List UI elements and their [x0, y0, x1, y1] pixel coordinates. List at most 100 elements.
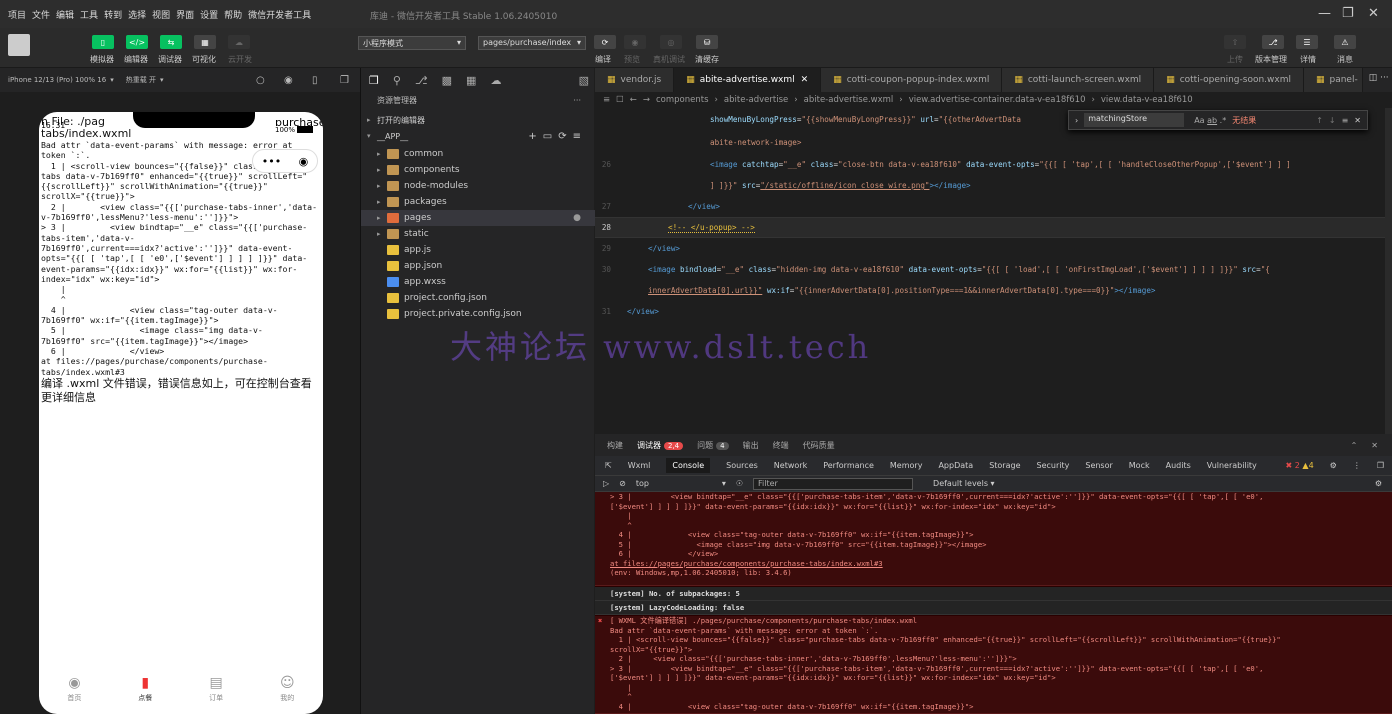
tab-sensor[interactable]: Sensor: [1085, 461, 1112, 470]
debugger-button[interactable]: 调试器: [158, 54, 182, 65]
menu-select[interactable]: 选择: [128, 8, 146, 21]
minimize-icon[interactable]: —: [1318, 6, 1331, 21]
tab-orders[interactable]: ▤ 订单: [209, 675, 223, 703]
tab-performance[interactable]: Performance: [823, 461, 874, 470]
tab-cotti-coupon[interactable]: ▦ cotti-coupon-popup-index.wxml: [821, 68, 1003, 92]
visual-button[interactable]: 可视化: [192, 54, 216, 65]
settings-icon[interactable]: ⚙: [1330, 461, 1337, 470]
version-manage-button[interactable]: 版本管理: [1255, 54, 1287, 65]
bookmark-icon[interactable]: ☐: [616, 95, 624, 105]
record-icon[interactable]: ◉: [284, 75, 293, 86]
crumb-node2[interactable]: view.data-v-ea18f610: [1101, 95, 1193, 105]
filter-input[interactable]: Filter: [753, 477, 914, 490]
tab-mock[interactable]: Mock: [1129, 461, 1150, 470]
compile-icon[interactable]: ⟳: [594, 35, 616, 49]
error-source-link[interactable]: at files://pages/purchase/components/pur…: [610, 559, 883, 568]
tab-audits[interactable]: Audits: [1166, 461, 1191, 470]
back-icon[interactable]: ←: [630, 95, 637, 105]
menu-project[interactable]: 项目: [8, 8, 26, 21]
upload-icon[interactable]: ⇧: [1224, 35, 1246, 49]
chevron-up-icon[interactable]: ⌃: [1351, 441, 1358, 450]
avatar[interactable]: [8, 34, 30, 56]
crumb-folder[interactable]: abite-advertise: [724, 95, 788, 105]
chevron-right-icon[interactable]: ›: [1075, 116, 1078, 125]
preview-button[interactable]: 预览: [624, 54, 640, 65]
tab-debugger[interactable]: 调试器 2,4: [637, 440, 684, 451]
close-panel-icon[interactable]: ✕: [1371, 441, 1378, 450]
split-editor-icon[interactable]: ◫ ···: [1369, 73, 1389, 92]
levels-select[interactable]: Default levels ▾: [933, 479, 995, 488]
simulator-button[interactable]: 模拟器: [90, 54, 114, 65]
tab-vendor-js[interactable]: ▦ vendor.js: [595, 68, 675, 92]
tree-item-project-private-config-json[interactable]: project.private.config.json: [361, 306, 595, 322]
close-window-icon[interactable]: ✕: [1368, 6, 1379, 21]
new-file-icon[interactable]: +▭⟳≡: [528, 131, 587, 142]
version-icon[interactable]: ⎇: [1262, 35, 1284, 49]
files-icon[interactable]: ❐: [369, 74, 379, 87]
tree-item-app-js[interactable]: app.js: [361, 242, 595, 258]
crumb-file[interactable]: abite-advertise.wxml: [804, 95, 894, 105]
tab-wxml[interactable]: Wxml: [628, 461, 651, 470]
tab-order-food[interactable]: ▮ 点餐: [138, 675, 152, 703]
real-device-debug-button[interactable]: 真机调试: [653, 54, 685, 65]
cloud-icon[interactable]: ☁: [228, 35, 250, 49]
tab-panel[interactable]: ▦ panel-: [1303, 68, 1363, 92]
menu-file[interactable]: 文件: [32, 8, 50, 21]
preview-icon[interactable]: ◉: [624, 35, 646, 49]
context-select[interactable]: top ▾: [636, 479, 726, 488]
tree-item-pages[interactable]: ▸ pages ●: [361, 210, 595, 226]
git-icon[interactable]: ⎇: [415, 74, 428, 87]
clear-cache-button[interactable]: 清缓存: [695, 54, 719, 65]
arrow-up-icon[interactable]: ↑: [1316, 116, 1323, 125]
tree-item-components[interactable]: ▸ components: [361, 162, 595, 178]
tab-sources[interactable]: Sources: [726, 461, 758, 470]
crumb-components[interactable]: components: [656, 95, 709, 105]
tab-vulnerability[interactable]: Vulnerability: [1207, 461, 1257, 470]
tab-build[interactable]: 构建: [607, 440, 623, 451]
upload-button[interactable]: 上传: [1227, 54, 1243, 65]
refresh-icon[interactable]: ○: [256, 75, 265, 86]
close-circle-icon[interactable]: ◉: [299, 155, 309, 168]
tab-terminal[interactable]: 终端: [773, 440, 789, 451]
hot-reload-toggle[interactable]: 热重载 开: [126, 75, 156, 85]
tree-item-common[interactable]: ▸ common: [361, 146, 595, 162]
tree-item-packages[interactable]: ▸ packages: [361, 194, 595, 210]
debug-icon[interactable]: ▩: [442, 74, 452, 87]
cloud-icon[interactable]: ☁: [490, 74, 501, 87]
menu-tools[interactable]: 工具: [80, 8, 98, 21]
forward-icon[interactable]: →: [643, 95, 650, 105]
tab-cotti-launch[interactable]: ▦ cotti-launch-screen.wxml: [1002, 68, 1155, 92]
extensions-icon[interactable]: ▦: [466, 74, 476, 87]
clear-console-icon[interactable]: ⊘: [619, 479, 626, 488]
tab-home[interactable]: ◉ 首页: [67, 675, 81, 703]
find-input[interactable]: matchingStore: [1084, 113, 1185, 127]
tab-memory[interactable]: Memory: [890, 461, 923, 470]
debugger-icon[interactable]: ⇆: [160, 35, 182, 49]
arrow-down-icon[interactable]: ↓: [1329, 116, 1336, 125]
details-button[interactable]: 详情: [1300, 54, 1316, 65]
menu-edit[interactable]: 编辑: [56, 8, 74, 21]
project-section[interactable]: ▾ __APP__ +▭⟳≡: [361, 128, 595, 144]
messages-button[interactable]: 消息: [1337, 54, 1353, 65]
dock-icon[interactable]: ❐: [1377, 461, 1384, 470]
tree-item-app-json[interactable]: app.json: [361, 258, 595, 274]
more-icon[interactable]: ···: [573, 96, 581, 105]
split-icon[interactable]: ▧: [579, 74, 589, 87]
list-icon[interactable]: ≡: [603, 95, 610, 105]
tree-item-project-config-json[interactable]: project.config.json: [361, 290, 595, 306]
tree-item-app-wxss[interactable]: app.wxss: [361, 274, 595, 290]
visual-icon[interactable]: ▦: [194, 35, 216, 49]
search-icon[interactable]: ⚲: [393, 74, 401, 87]
tab-storage[interactable]: Storage: [989, 461, 1020, 470]
editor-button[interactable]: 编辑器: [124, 54, 148, 65]
mode-select[interactable]: 小程序模式 ▾: [358, 36, 466, 50]
tab-cotti-opening[interactable]: ▦ cotti-opening-soon.wxml: [1154, 68, 1304, 92]
tab-problems[interactable]: 问题 4: [697, 440, 729, 451]
tab-abite-advertise[interactable]: ▦ abite-advertise.wxml ✕: [674, 68, 822, 92]
open-editors-section[interactable]: ▸ 打开的编辑器: [361, 112, 595, 128]
selection-icon[interactable]: ≡: [1342, 116, 1349, 125]
menu-settings[interactable]: 设置: [200, 8, 218, 21]
menu-wechat-devtools[interactable]: 微信开发者工具: [248, 8, 311, 21]
page-select[interactable]: pages/purchase/index ▾: [478, 36, 586, 50]
find-options-icon[interactable]: Aa ab .*: [1194, 116, 1226, 125]
